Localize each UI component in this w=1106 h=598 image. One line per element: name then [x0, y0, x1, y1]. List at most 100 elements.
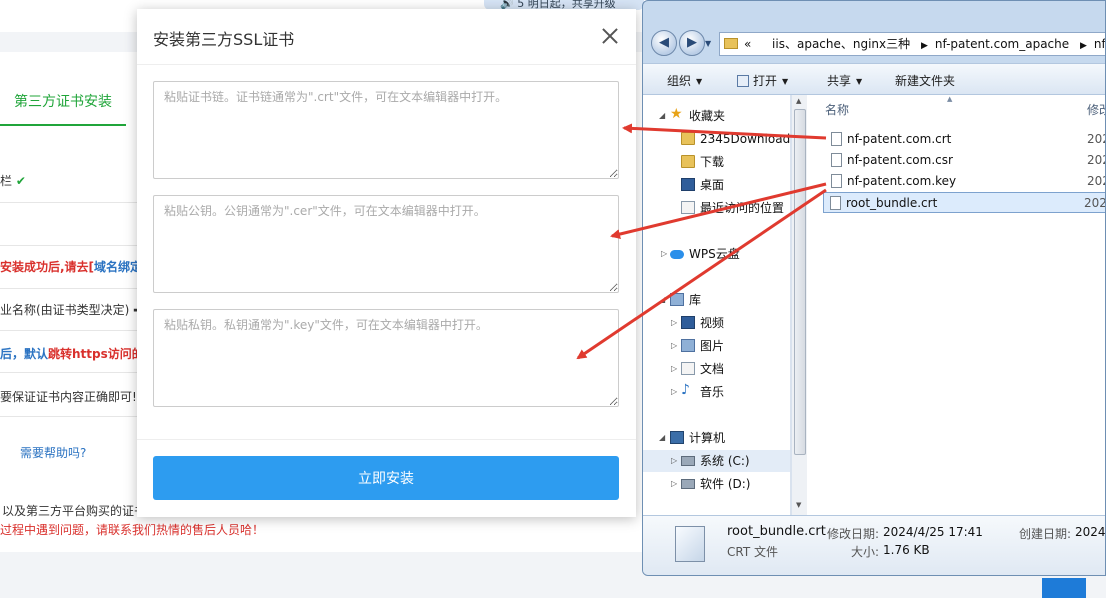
bg-row-3-blue: 后，默认	[0, 347, 49, 361]
expand-arrow-icon[interactable]: ▷	[671, 312, 677, 334]
picture-icon	[681, 339, 695, 352]
install-ssl-modal: 安装第三方SSL证书 立即安装	[137, 9, 636, 517]
install-now-button[interactable]: 立即安装	[153, 456, 619, 500]
bg-row-3-red: 跳转https访问的	[48, 347, 144, 361]
scroll-down-icon[interactable]: ▼	[796, 501, 801, 509]
open-menu[interactable]: 打开 ▼	[737, 72, 788, 89]
forward-arrow-icon[interactable]: ▶	[679, 30, 705, 56]
file-list-pane: 名称 ▲ 修改 nf-patent.com.crt 202 nf-patent.…	[809, 95, 1106, 515]
expand-arrow-icon[interactable]: ◢	[659, 427, 665, 449]
file-explorer-window: ◀ ▶ ▼ « iis、apache、nginx三种 ▶ nf-patent.co…	[642, 0, 1106, 576]
help-link[interactable]: 需要帮助吗?	[20, 444, 86, 461]
expand-arrow-icon[interactable]: ◢	[659, 105, 665, 127]
breadcrumb-item[interactable]: nf-pat	[1094, 37, 1105, 51]
nav-label: 系统 (C:)	[700, 454, 750, 468]
bg-row-0-text: 栏	[0, 174, 13, 188]
cert-chain-input[interactable]	[153, 81, 619, 179]
expand-arrow-icon[interactable]: ▷	[671, 358, 677, 380]
file-date: 202	[1087, 153, 1105, 167]
nav-item-music[interactable]: ▷ ♪ 音乐	[643, 381, 790, 403]
cloud-icon	[670, 250, 684, 259]
details-size-label: 大小:	[851, 545, 880, 559]
breadcrumb-separator-icon[interactable]: ▶	[1080, 41, 1087, 51]
organize-label: 组织	[667, 74, 692, 88]
file-row[interactable]: nf-patent.com.csr 202	[825, 150, 1105, 171]
column-header-name[interactable]: 名称	[825, 99, 849, 121]
file-date: 202	[1084, 196, 1106, 210]
nav-scrollbar[interactable]: ▲ ▼	[791, 95, 807, 515]
new-folder-button[interactable]: 新建文件夹	[895, 72, 955, 89]
back-arrow-icon[interactable]: ◀	[651, 30, 677, 56]
share-menu[interactable]: 共享 ▼	[827, 72, 862, 89]
share-label: 共享	[827, 74, 852, 88]
library-icon	[670, 293, 684, 306]
breadcrumb-item[interactable]: iis、apache、nginx三种	[772, 37, 910, 51]
nav-item-computer[interactable]: ◢ 计算机	[643, 427, 790, 449]
nav-item-pictures[interactable]: ▷ 图片	[643, 335, 790, 357]
nav-item-desktop[interactable]: 桌面	[643, 174, 790, 196]
nav-item-libraries[interactable]: ◢ 库	[643, 289, 790, 311]
nav-item-download[interactable]: 下载	[643, 151, 790, 173]
domain-bind-link[interactable]: 域名绑定	[94, 260, 142, 274]
scroll-up-icon[interactable]: ▲	[796, 97, 801, 105]
file-date: 202	[1087, 132, 1105, 146]
divider	[0, 288, 140, 289]
divider	[0, 330, 140, 331]
nav-label: 最近访问的位置	[700, 201, 785, 215]
bg-bottom-text-2: 过程中遇到问题，请联系我们热情的售后人员哈！	[0, 523, 265, 537]
nav-label: 音乐	[700, 385, 725, 399]
breadcrumb-item[interactable]: nf-patent.com_apache	[935, 37, 1069, 51]
expand-arrow-icon[interactable]: ▷	[671, 450, 677, 472]
expand-arrow-icon[interactable]: ▷	[671, 335, 677, 357]
private-key-input[interactable]	[153, 309, 619, 407]
nav-item-videos[interactable]: ▷ 视频	[643, 312, 790, 334]
bg-row-1: 安装成功后,请去[域名绑定]	[0, 258, 148, 275]
address-bar[interactable]: « iis、apache、nginx三种 ▶ nf-patent.com_apac…	[719, 32, 1105, 56]
modal-title: 安装第三方SSL证书	[153, 30, 295, 49]
star-icon: ★	[670, 106, 683, 122]
nav-item-downloads-2345[interactable]: 2345Downloads	[643, 128, 790, 150]
bg-row-2: 业名称(由证书类型决定) ➡	[0, 303, 144, 317]
tab-third-party-cert[interactable]: 第三方证书安装	[0, 78, 126, 126]
chevron-down-icon[interactable]: ▼	[705, 39, 711, 48]
file-row-selected[interactable]: root_bundle.crt 202	[823, 192, 1106, 213]
file-row[interactable]: nf-patent.com.key 202	[825, 171, 1105, 192]
expand-arrow-icon[interactable]: ▷	[661, 243, 667, 265]
details-created-value: 2024/	[1075, 525, 1106, 539]
expand-arrow-icon[interactable]: ◢	[659, 289, 665, 311]
file-icon	[831, 132, 842, 146]
file-row[interactable]: nf-patent.com.crt 202	[825, 129, 1105, 150]
details-file-type: CRT 文件	[727, 545, 778, 559]
desktop-icon	[681, 178, 695, 191]
bg-row-1-red: 安装成功后,请去[	[0, 260, 95, 274]
nav-item-drive-d[interactable]: ▷ 软件 (D:)	[643, 473, 790, 495]
public-key-input[interactable]	[153, 195, 619, 293]
file-name: root_bundle.crt	[846, 196, 938, 210]
download-folder-icon	[681, 155, 695, 168]
organize-menu[interactable]: 组织 ▼	[667, 72, 702, 89]
music-icon: ♪	[681, 382, 690, 398]
chevron-down-icon: ▼	[782, 77, 789, 86]
nav-item-favorites[interactable]: ◢ ★ 收藏夹	[643, 105, 790, 127]
expand-arrow-icon[interactable]: ▷	[671, 473, 677, 495]
scroll-thumb[interactable]	[794, 109, 806, 455]
breadcrumb-separator-icon[interactable]: ▶	[921, 41, 928, 51]
nav-item-documents[interactable]: ▷ 文档	[643, 358, 790, 380]
details-created-label: 创建日期:	[1019, 527, 1072, 541]
close-icon[interactable]	[599, 25, 621, 47]
file-date: 202	[1087, 174, 1105, 188]
nav-item-wps-cloud[interactable]: ▷ WPS云盘	[643, 243, 790, 265]
nav-item-recent[interactable]: 最近访问的位置	[643, 197, 790, 219]
check-icon: ✔	[15, 174, 26, 188]
file-name: nf-patent.com.key	[847, 174, 957, 188]
sort-arrow-icon: ▲	[947, 95, 953, 103]
column-header-modified[interactable]: 修改	[1087, 99, 1105, 121]
nav-label: 收藏夹	[689, 109, 726, 123]
file-name: nf-patent.com.csr	[847, 153, 953, 167]
open-file-icon	[737, 75, 749, 87]
nav-label: WPS云盘	[689, 247, 740, 261]
expand-arrow-icon[interactable]: ▷	[671, 381, 677, 403]
file-large-icon	[675, 526, 705, 562]
modal-header: 安装第三方SSL证书	[137, 9, 636, 65]
nav-item-drive-c[interactable]: ▷ 系统 (C:)	[643, 450, 790, 472]
